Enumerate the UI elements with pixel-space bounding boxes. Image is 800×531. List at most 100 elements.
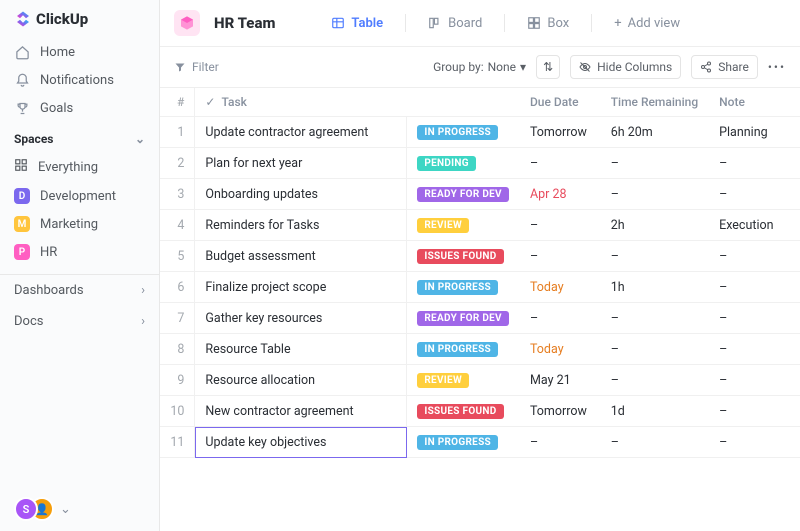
task-name-cell[interactable]: Update key objectives (195, 427, 407, 458)
task-name-cell[interactable]: Plan for next year (195, 148, 407, 179)
nav-goals[interactable]: Goals (0, 94, 159, 122)
task-name-cell[interactable]: Resource allocation (195, 365, 407, 396)
task-name-cell[interactable]: Resource Table (195, 334, 407, 365)
logo[interactable]: ClickUp (0, 0, 159, 38)
time-remaining-cell[interactable]: – (601, 334, 709, 365)
note-cell[interactable]: Execution (709, 210, 800, 241)
note-cell[interactable]: – (709, 334, 800, 365)
status-cell[interactable]: IN PROGRESS (407, 334, 520, 365)
due-date-cell[interactable]: May 21 (520, 365, 601, 396)
status-cell[interactable]: ISSUES FOUND (407, 241, 520, 272)
share-button[interactable]: Share (691, 55, 758, 79)
task-name-cell[interactable]: Update contractor agreement (195, 117, 407, 148)
status-cell[interactable]: PENDING (407, 148, 520, 179)
due-date-cell[interactable]: – (520, 241, 601, 272)
note-cell[interactable]: – (709, 427, 800, 458)
home-icon (14, 44, 30, 60)
table-row[interactable]: 1Update contractor agreementIN PROGRESST… (160, 117, 800, 148)
col-note[interactable]: Note (709, 88, 800, 117)
task-name-cell[interactable]: New contractor agreement (195, 396, 407, 427)
time-remaining-cell[interactable]: 2h (601, 210, 709, 241)
table-row[interactable]: 9Resource allocationREVIEWMay 21–– (160, 365, 800, 396)
time-remaining-cell[interactable]: 1h (601, 272, 709, 303)
note-cell[interactable]: – (709, 179, 800, 210)
due-date-cell[interactable]: – (520, 427, 601, 458)
hide-columns-button[interactable]: Hide Columns (570, 55, 681, 79)
table-row[interactable]: 7Gather key resourcesREADY FOR DEV––– (160, 303, 800, 334)
status-cell[interactable]: READY FOR DEV (407, 303, 520, 334)
time-remaining-cell[interactable]: – (601, 365, 709, 396)
view-board[interactable]: Board (420, 12, 490, 35)
user-avatars[interactable]: S 👤 ⌄ (0, 487, 159, 531)
space-everything[interactable]: Everything (0, 152, 159, 182)
time-remaining-cell[interactable]: – (601, 179, 709, 210)
time-remaining-cell[interactable]: – (601, 427, 709, 458)
note-cell[interactable]: – (709, 365, 800, 396)
table-row[interactable]: 6Finalize project scopeIN PROGRESSToday1… (160, 272, 800, 303)
status-cell[interactable]: IN PROGRESS (407, 117, 520, 148)
row-number: 1 (160, 117, 195, 148)
space-marketing[interactable]: M Marketing (0, 210, 159, 238)
table-row[interactable]: 4Reminders for TasksREVIEW–2hExecution (160, 210, 800, 241)
sort-button[interactable]: ⇅ (536, 55, 560, 79)
task-name-cell[interactable]: Onboarding updates (195, 179, 407, 210)
add-view-button[interactable]: + Add view (606, 12, 688, 35)
task-name-cell[interactable]: Reminders for Tasks (195, 210, 407, 241)
due-date-cell[interactable]: Today (520, 334, 601, 365)
time-remaining-cell[interactable]: 1d (601, 396, 709, 427)
note-cell[interactable]: – (709, 241, 800, 272)
col-status[interactable] (407, 88, 520, 117)
nav-notifications-label: Notifications (40, 73, 114, 88)
status-cell[interactable]: REVIEW (407, 210, 520, 241)
task-name-cell[interactable]: Gather key resources (195, 303, 407, 334)
status-cell[interactable]: IN PROGRESS (407, 427, 520, 458)
status-cell[interactable]: REVIEW (407, 365, 520, 396)
due-date-cell[interactable]: Today (520, 272, 601, 303)
groupby-button[interactable]: Group by: None ▾ (433, 60, 526, 74)
view-box[interactable]: Box (519, 12, 577, 35)
view-table[interactable]: Table (323, 12, 391, 35)
time-remaining-cell[interactable]: 6h 20m (601, 117, 709, 148)
more-button[interactable]: ••• (768, 60, 786, 74)
table-row[interactable]: 11Update key objectivesIN PROGRESS––– (160, 427, 800, 458)
time-remaining-cell[interactable]: – (601, 303, 709, 334)
status-cell[interactable]: IN PROGRESS (407, 272, 520, 303)
box-icon (527, 16, 541, 30)
nav-goals-label: Goals (40, 101, 73, 116)
col-number[interactable]: # (160, 88, 195, 117)
table-row[interactable]: 2Plan for next yearPENDING––– (160, 148, 800, 179)
col-duedate[interactable]: Due Date (520, 88, 601, 117)
space-development[interactable]: D Development (0, 182, 159, 210)
due-date-cell[interactable]: Apr 28 (520, 179, 601, 210)
status-badge: PENDING (417, 156, 476, 171)
due-date-cell[interactable]: – (520, 210, 601, 241)
space-hr[interactable]: P HR (0, 238, 159, 266)
status-cell[interactable]: READY FOR DEV (407, 179, 520, 210)
task-name-cell[interactable]: Finalize project scope (195, 272, 407, 303)
task-name-cell[interactable]: Budget assessment (195, 241, 407, 272)
filter-button[interactable]: Filter (174, 60, 219, 74)
table-row[interactable]: 3Onboarding updatesREADY FOR DEVApr 28–– (160, 179, 800, 210)
table-row[interactable]: 8Resource TableIN PROGRESSToday–– (160, 334, 800, 365)
due-date-cell[interactable]: Tomorrow (520, 117, 601, 148)
col-time[interactable]: Time Remaining (601, 88, 709, 117)
due-date-cell[interactable]: – (520, 148, 601, 179)
note-cell[interactable]: – (709, 272, 800, 303)
sidebar-docs[interactable]: Docs › (0, 306, 159, 337)
due-date-cell[interactable]: Tomorrow (520, 396, 601, 427)
note-cell[interactable]: – (709, 396, 800, 427)
status-cell[interactable]: ISSUES FOUND (407, 396, 520, 427)
col-task[interactable]: ✓Task (195, 88, 407, 117)
table-row[interactable]: 10New contractor agreementISSUES FOUNDTo… (160, 396, 800, 427)
note-cell[interactable]: – (709, 148, 800, 179)
time-remaining-cell[interactable]: – (601, 148, 709, 179)
spaces-header[interactable]: Spaces ⌄ (0, 122, 159, 152)
sidebar-dashboards[interactable]: Dashboards › (0, 275, 159, 306)
due-date-cell[interactable]: – (520, 303, 601, 334)
table-row[interactable]: 5Budget assessmentISSUES FOUND––– (160, 241, 800, 272)
time-remaining-cell[interactable]: – (601, 241, 709, 272)
nav-home[interactable]: Home (0, 38, 159, 66)
note-cell[interactable]: Planning (709, 117, 800, 148)
note-cell[interactable]: – (709, 303, 800, 334)
nav-notifications[interactable]: Notifications (0, 66, 159, 94)
